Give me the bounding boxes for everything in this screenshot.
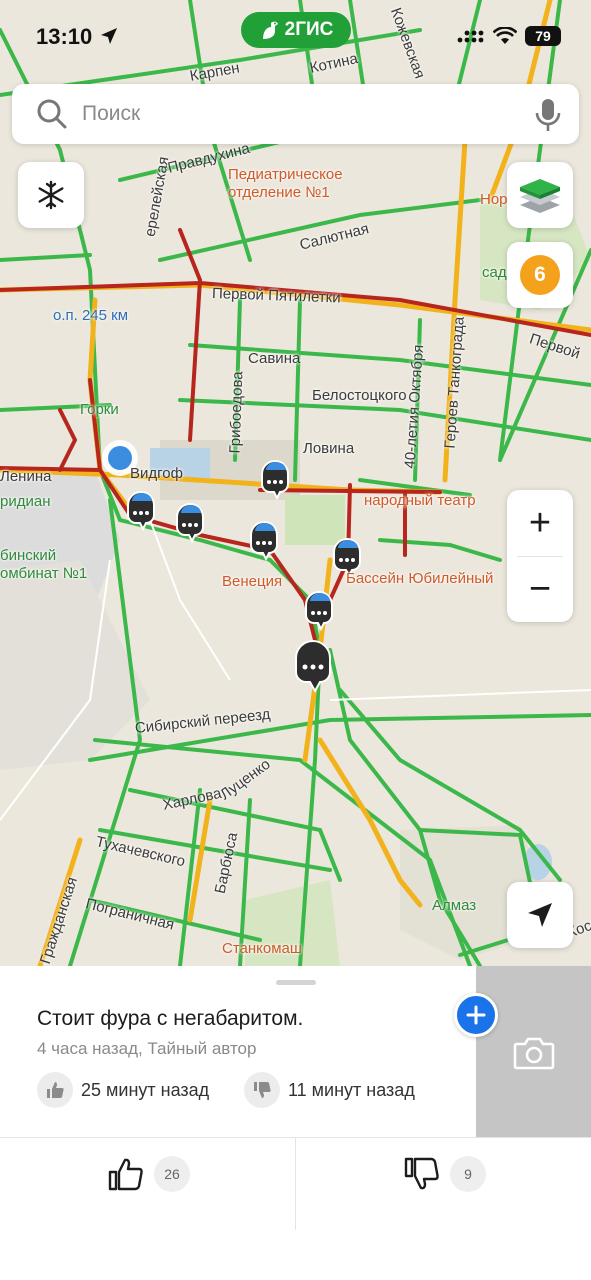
- map-view[interactable]: Первой Пятилетки Первой Салютная Правдух…: [0, 0, 591, 966]
- zoom-in-button[interactable]: +: [507, 490, 573, 556]
- place-label: отделение №1: [228, 184, 330, 201]
- place-label: Бассейн Юбилейный: [346, 570, 494, 587]
- drag-handle[interactable]: [276, 980, 316, 985]
- dislike-button[interactable]: 9: [404, 1156, 486, 1192]
- place-label: ридиан: [0, 493, 51, 510]
- place-label: Нор: [480, 191, 508, 208]
- place-label: омбинат №1: [0, 565, 88, 582]
- layers-button[interactable]: [507, 162, 573, 228]
- place-label: Венеция: [222, 573, 283, 590]
- place-label: Алмаз: [432, 897, 477, 914]
- locate-me-button[interactable]: [507, 882, 573, 948]
- dove-logo-icon: [262, 21, 278, 39]
- user-location-dot: [108, 446, 132, 470]
- place-label: сад: [482, 264, 507, 281]
- search-icon: [37, 99, 67, 129]
- place-label: о.п. 245 км: [53, 307, 129, 324]
- search-bar[interactable]: [12, 84, 579, 144]
- status-time: 13:10: [36, 24, 93, 49]
- thumbs-up-filled-icon: [37, 1072, 73, 1108]
- layers-icon: [520, 179, 560, 213]
- road-event-markers[interactable]: [0, 0, 591, 966]
- event-title: Стоит фура с негабаритом.: [37, 1007, 304, 1030]
- place-label: Видгоф: [130, 465, 183, 482]
- event-meta: 4 часа назад, Тайный автор: [37, 1039, 257, 1058]
- camera-icon: [513, 1037, 555, 1070]
- place-label: Станкомаш: [222, 940, 302, 957]
- thumbs-down-icon: [404, 1157, 439, 1190]
- place-label: Педиатрическое: [228, 166, 343, 183]
- snowflake-icon: [38, 180, 64, 210]
- deny-info: 11 минут назад: [244, 1072, 415, 1108]
- street-label: Ловина: [303, 440, 355, 457]
- dislike-count: 9: [450, 1156, 486, 1192]
- zoom-out-button[interactable]: −: [507, 556, 573, 622]
- confirm-time: 25 минут назад: [81, 1079, 210, 1100]
- cellular-signal-icon: [457, 30, 484, 43]
- confirm-info: 25 минут назад: [37, 1072, 209, 1108]
- like-count: 26: [154, 1156, 190, 1192]
- street-label: Грибоедова: [226, 371, 247, 454]
- thumbs-down-filled-icon: [244, 1072, 280, 1108]
- system-icons: 79: [457, 26, 561, 46]
- place-label: Горки: [80, 401, 119, 418]
- wifi-icon: [493, 27, 517, 44]
- location-services-icon: [101, 28, 117, 44]
- divider: [295, 1138, 296, 1230]
- street-label: Ленина: [0, 468, 52, 485]
- brand-name: 2ГИС: [284, 19, 334, 40]
- snow-mode-button[interactable]: [18, 162, 84, 228]
- place-label: бинский: [0, 547, 57, 564]
- thumbs-up-icon: [108, 1158, 143, 1191]
- plus-icon: [466, 1005, 486, 1025]
- traffic-score-badge: 6: [520, 255, 560, 295]
- traffic-score-button[interactable]: 6: [507, 242, 573, 308]
- locate-arrow-icon: [528, 903, 552, 927]
- status-bar: 13:10 2ГИС 79: [0, 0, 591, 76]
- street-label: Савина: [248, 350, 301, 367]
- battery-indicator: 79: [525, 26, 561, 46]
- search-input[interactable]: [82, 98, 522, 130]
- brand-logo[interactable]: 2ГИС: [241, 12, 351, 48]
- microphone-icon[interactable]: [535, 98, 561, 132]
- street-label: Белостоцкого: [312, 387, 407, 404]
- place-label: народный театр: [364, 492, 476, 509]
- like-button[interactable]: 26: [108, 1156, 190, 1192]
- zoom-controls: + −: [507, 490, 573, 622]
- deny-time: 11 минут назад: [288, 1079, 415, 1100]
- add-photo-button[interactable]: [454, 993, 498, 1037]
